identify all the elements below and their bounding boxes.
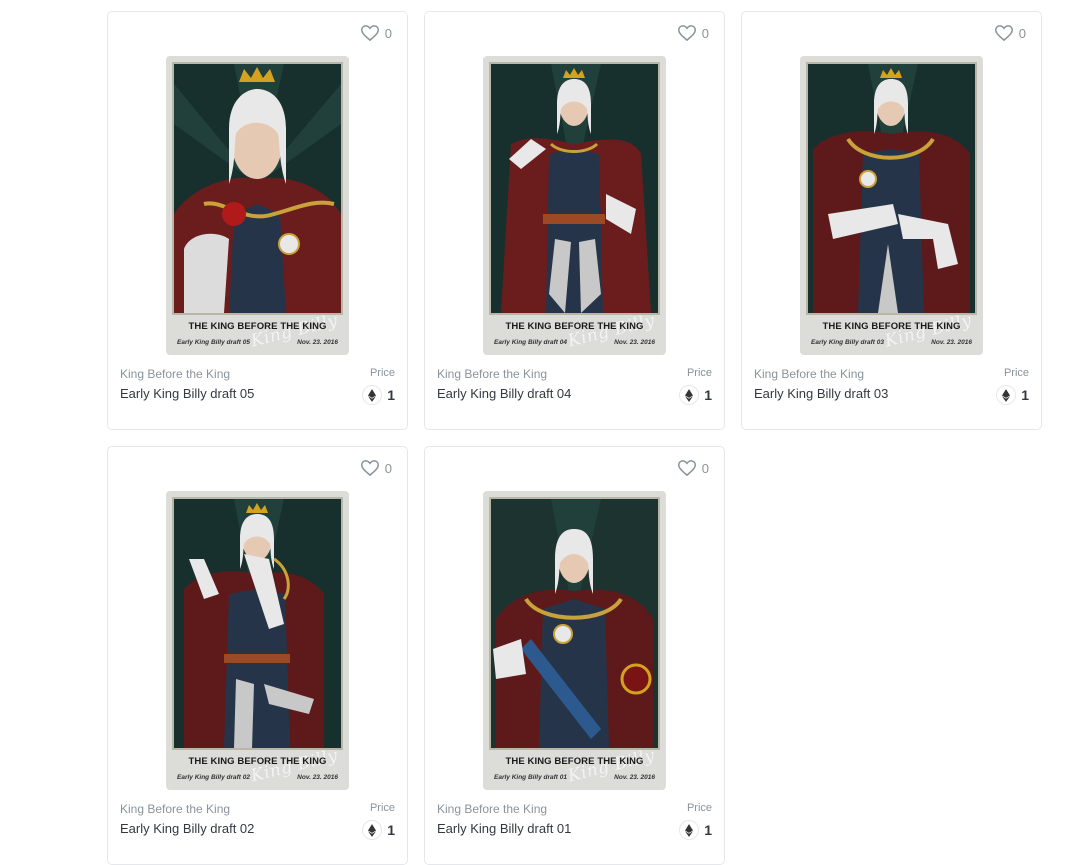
price-label: Price [1003, 367, 1029, 379]
card-caption-date: Nov. 23. 2016 [297, 339, 338, 346]
nft-card[interactable]: 0 King Billy THE KING BEFORE THE KING Ea… [424, 11, 725, 430]
card-meta: King Before the King Early King Billy dr… [120, 802, 395, 840]
nft-card[interactable]: 0 King Billy THE KING BEFORE THE KING Ea… [107, 11, 408, 430]
ethereum-icon [996, 385, 1017, 405]
item-name[interactable]: Early King Billy draft 04 [437, 386, 712, 401]
card-caption-title: THE KING BEFORE THE KING [505, 756, 644, 767]
card-caption-title: THE KING BEFORE THE KING [822, 321, 961, 332]
artwork-illustration [489, 497, 660, 750]
nft-image[interactable]: King Billy THE KING BEFORE THE KING Earl… [483, 491, 666, 790]
card-meta: King Before the King Early King Billy dr… [120, 367, 395, 405]
nft-grid: 0 King Billy THE KING BEFORE THE KING Ea… [0, 0, 1067, 865]
item-name[interactable]: Early King Billy draft 05 [120, 386, 395, 401]
card-caption-title: THE KING BEFORE THE KING [188, 756, 327, 767]
collection-name[interactable]: King Before the King [437, 802, 712, 816]
price: 1 [362, 385, 395, 405]
artwork-illustration [806, 62, 977, 315]
price-value: 1 [704, 822, 712, 838]
price-value: 1 [387, 822, 395, 838]
heart-icon [360, 25, 379, 41]
nft-card[interactable]: 0 King Billy THE KING BEFORE THE KING Ea… [424, 446, 725, 865]
price-value: 1 [1021, 387, 1029, 403]
card-caption-date: Nov. 23. 2016 [931, 339, 972, 346]
ethereum-icon [362, 820, 383, 840]
heart-icon [994, 25, 1013, 41]
price-value: 1 [704, 387, 712, 403]
price: 1 [679, 820, 712, 840]
price-label: Price [686, 802, 712, 814]
card-caption-date: Nov. 23. 2016 [297, 774, 338, 781]
nft-card[interactable]: 0 King Billy THE KING BEFORE THE KING Ea… [107, 446, 408, 865]
heart-icon [677, 25, 696, 41]
nft-image[interactable]: King Billy THE KING BEFORE THE KING Earl… [483, 56, 666, 355]
card-meta: King Before the King Early King Billy dr… [754, 367, 1029, 405]
price-label: Price [686, 367, 712, 379]
price-value: 1 [387, 387, 395, 403]
favorite-button[interactable]: 0 [994, 25, 1026, 41]
card-caption-title: THE KING BEFORE THE KING [188, 321, 327, 332]
card-caption-date: Nov. 23. 2016 [614, 339, 655, 346]
artwork-illustration [172, 497, 343, 750]
price: 1 [996, 385, 1029, 405]
item-name[interactable]: Early King Billy draft 03 [754, 386, 1029, 401]
card-meta: King Before the King Early King Billy dr… [437, 367, 712, 405]
price: 1 [679, 385, 712, 405]
nft-card[interactable]: 0 King Billy THE KING BEFORE THE KING Ea… [741, 11, 1042, 430]
item-name[interactable]: Early King Billy draft 01 [437, 821, 712, 836]
card-caption-date: Nov. 23. 2016 [614, 774, 655, 781]
card-caption-draft: Early King Billy draft 04 [494, 339, 567, 346]
card-caption-draft: Early King Billy draft 05 [177, 339, 250, 346]
like-count: 0 [701, 25, 709, 41]
favorite-button[interactable]: 0 [360, 25, 392, 41]
heart-icon [677, 460, 696, 476]
price-label: Price [369, 802, 395, 814]
card-caption-draft: Early King Billy draft 01 [494, 774, 567, 781]
like-count: 0 [701, 460, 709, 476]
artwork-illustration [172, 62, 343, 315]
nft-image[interactable]: King Billy THE KING BEFORE THE KING Earl… [166, 56, 349, 355]
collection-name[interactable]: King Before the King [754, 367, 1029, 381]
price-label: Price [369, 367, 395, 379]
like-count: 0 [384, 25, 392, 41]
card-meta: King Before the King Early King Billy dr… [437, 802, 712, 840]
ethereum-icon [679, 385, 700, 405]
favorite-button[interactable]: 0 [677, 25, 709, 41]
item-name[interactable]: Early King Billy draft 02 [120, 821, 395, 836]
like-count: 0 [1018, 25, 1026, 41]
favorite-button[interactable]: 0 [677, 460, 709, 476]
price: 1 [362, 820, 395, 840]
collection-name[interactable]: King Before the King [120, 802, 395, 816]
like-count: 0 [384, 460, 392, 476]
artwork-illustration [489, 62, 660, 315]
card-caption-draft: Early King Billy draft 02 [177, 774, 250, 781]
favorite-button[interactable]: 0 [360, 460, 392, 476]
nft-image[interactable]: King Billy THE KING BEFORE THE KING Earl… [166, 491, 349, 790]
collection-name[interactable]: King Before the King [120, 367, 395, 381]
heart-icon [360, 460, 379, 476]
ethereum-icon [679, 820, 700, 840]
ethereum-icon [362, 385, 383, 405]
card-caption-draft: Early King Billy draft 03 [811, 339, 884, 346]
nft-image[interactable]: King Billy THE KING BEFORE THE KING Earl… [800, 56, 983, 355]
card-caption-title: THE KING BEFORE THE KING [505, 321, 644, 332]
collection-name[interactable]: King Before the King [437, 367, 712, 381]
